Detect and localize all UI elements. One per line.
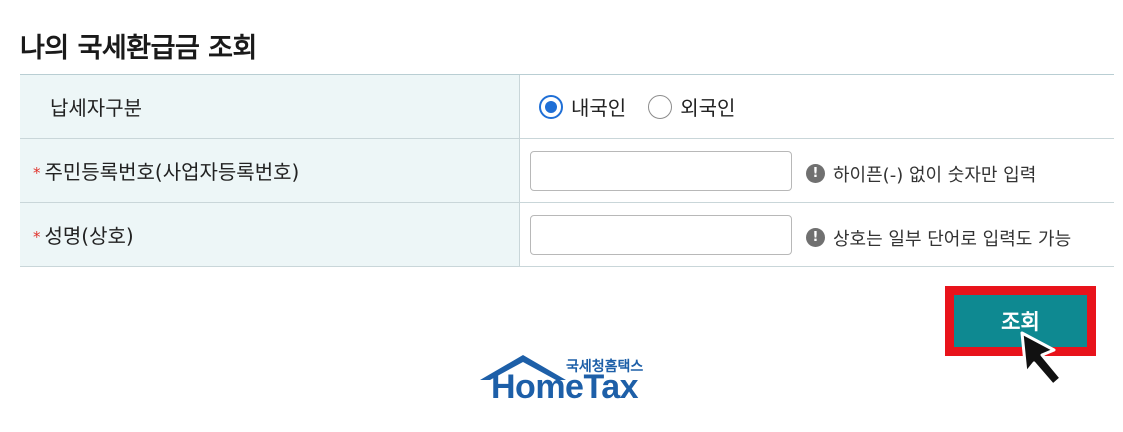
info-icon: ! bbox=[806, 164, 825, 183]
name-value-cell: ! 상호는 일부 단어로 입력도 가능 bbox=[520, 203, 1114, 266]
info-icon: ! bbox=[806, 228, 825, 247]
domestic-radio-label[interactable]: 내국인 bbox=[571, 92, 626, 121]
resident-number-label: 주민등록번호(사업자등록번호) bbox=[44, 160, 300, 184]
name-input[interactable] bbox=[530, 214, 792, 255]
resident-number-row: * 주민등록번호(사업자등록번호) ! 하이픈(-) 없이 숫자만 입력 bbox=[20, 139, 1114, 203]
name-label-cell: * 성명(상호) bbox=[20, 203, 520, 266]
taxpayer-type-row: 납세자구분 내국인 외국인 bbox=[20, 75, 1114, 139]
taxpayer-type-radio-group: 내국인 외국인 bbox=[539, 92, 757, 121]
name-hint: ! 상호는 일부 단어로 입력도 가능 bbox=[806, 225, 1071, 251]
taxpayer-type-options: 내국인 외국인 bbox=[520, 75, 1114, 138]
required-mark: * bbox=[33, 163, 41, 182]
resident-number-hint: ! 하이픈(-) 없이 숫자만 입력 bbox=[806, 161, 1036, 187]
domestic-radio[interactable] bbox=[539, 94, 563, 119]
name-label: 성명(상호) bbox=[44, 224, 134, 248]
resident-number-input[interactable] bbox=[530, 150, 792, 191]
page-title: 나의 국세환급금 조회 bbox=[20, 33, 257, 64]
foreign-radio-label[interactable]: 외국인 bbox=[680, 92, 735, 121]
resident-number-value-cell: ! 하이픈(-) 없이 숫자만 입력 bbox=[520, 139, 1114, 202]
name-hint-text: 상호는 일부 단어로 입력도 가능 bbox=[833, 228, 1072, 250]
mouse-cursor-icon bbox=[1020, 331, 1063, 387]
required-mark: * bbox=[33, 227, 41, 246]
refund-search-form: 납세자구분 내국인 외국인 * 주민등록번호(사업자등록번호) ! 하이픈(-)… bbox=[20, 74, 1114, 267]
name-row: * 성명(상호) ! 상호는 일부 단어로 입력도 가능 bbox=[20, 203, 1114, 267]
resident-number-label-cell: * 주민등록번호(사업자등록번호) bbox=[20, 139, 520, 202]
radio-selected-dot bbox=[545, 100, 557, 113]
resident-number-hint-text: 하이픈(-) 없이 숫자만 입력 bbox=[833, 164, 1037, 186]
taxpayer-type-label: 납세자구분 bbox=[20, 75, 520, 138]
foreign-radio[interactable] bbox=[648, 94, 673, 119]
hometax-logo: 국세청홈택스 HomeTax bbox=[478, 352, 663, 410]
logo-big-text: HomeTax bbox=[491, 368, 639, 406]
